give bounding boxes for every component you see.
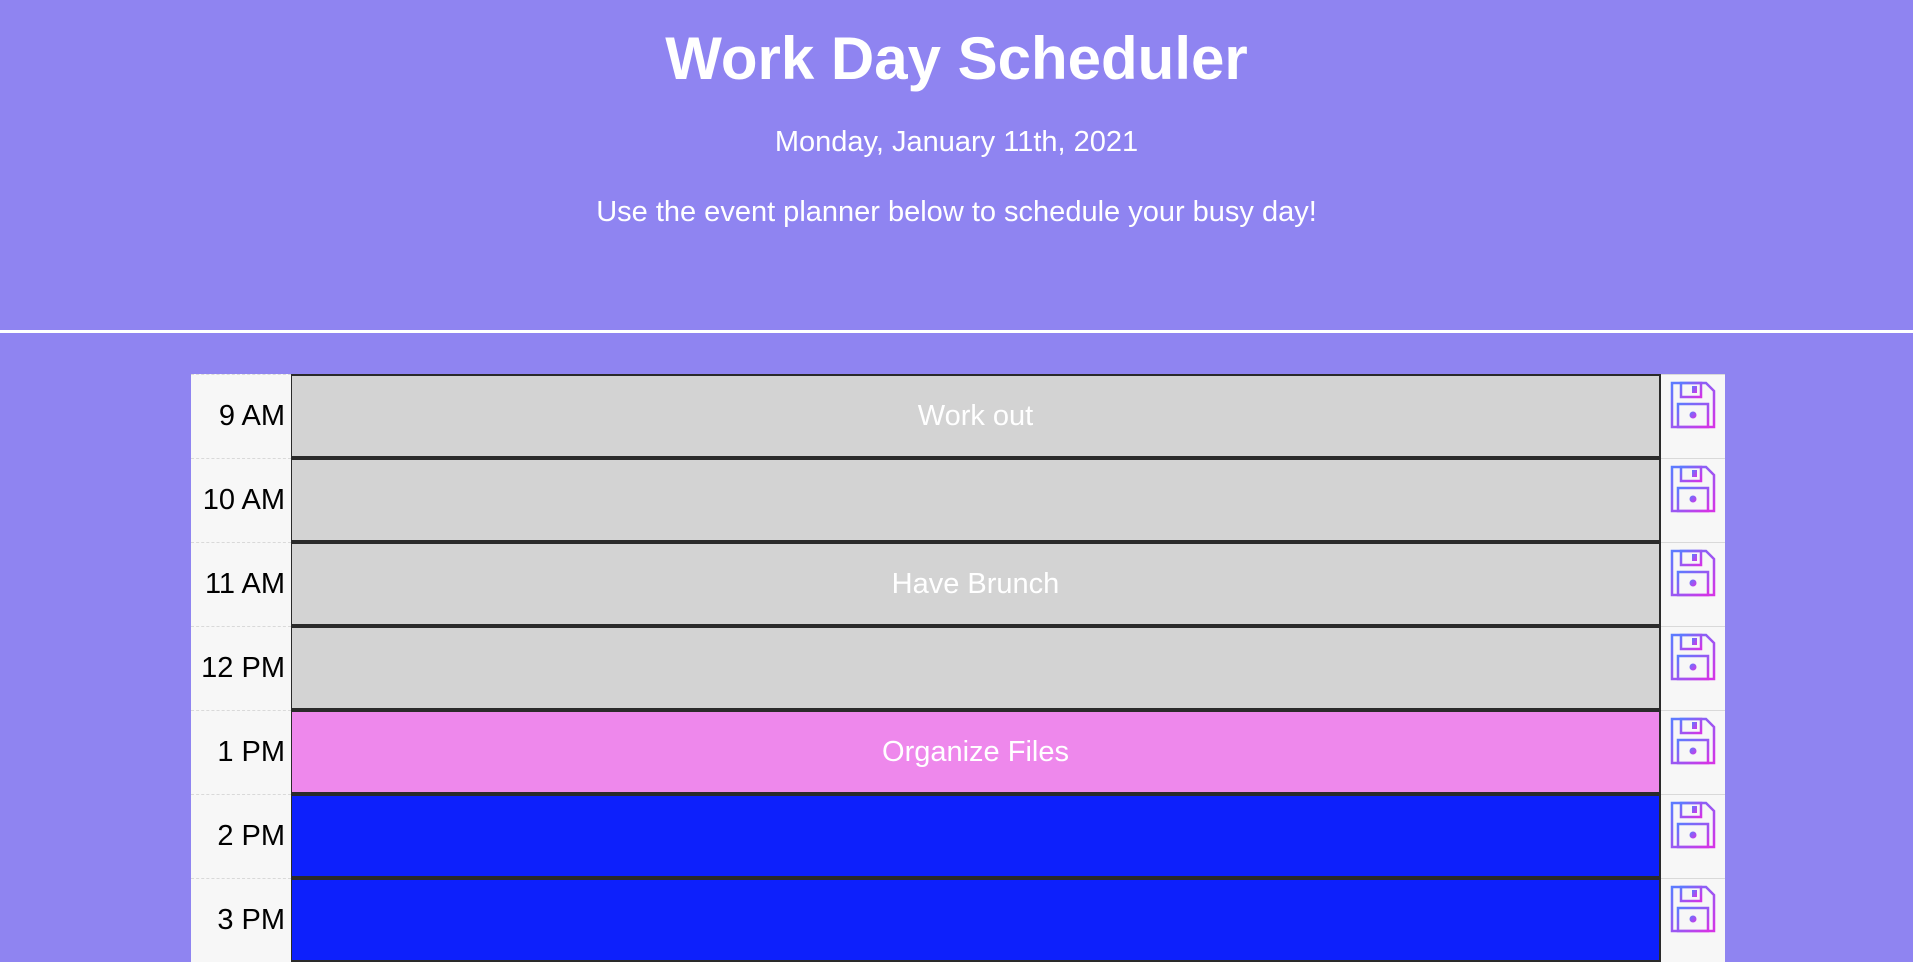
- current-day: Monday, January 11th, 2021: [774, 126, 1139, 158]
- header: Work Day Scheduler Monday, January 11th,…: [0, 0, 1913, 333]
- hour-label: 1 PM: [191, 710, 291, 794]
- event-textarea[interactable]: [291, 626, 1661, 710]
- time-block-3pm: 3 PM: [191, 878, 1725, 962]
- save-button[interactable]: [1661, 626, 1725, 710]
- event-textarea[interactable]: Have Brunch: [291, 542, 1661, 626]
- save-button[interactable]: [1661, 794, 1725, 878]
- time-block-10am: 10 AM: [191, 458, 1725, 542]
- time-block-12pm: 12 PM: [191, 626, 1725, 710]
- floppy-disk-icon: [1669, 800, 1717, 850]
- floppy-disk-icon: [1669, 884, 1717, 934]
- save-button[interactable]: [1661, 458, 1725, 542]
- hour-label: 12 PM: [191, 626, 291, 710]
- save-button[interactable]: [1661, 374, 1725, 458]
- save-button[interactable]: [1661, 542, 1725, 626]
- hour-label: 9 AM: [191, 374, 291, 458]
- event-textarea[interactable]: Organize Files: [291, 710, 1661, 794]
- floppy-disk-icon: [1669, 464, 1717, 514]
- floppy-disk-icon: [1669, 380, 1717, 430]
- floppy-disk-icon: [1669, 548, 1717, 598]
- floppy-disk-icon: [1669, 716, 1717, 766]
- lead-text: Use the event planner below to schedule …: [596, 196, 1317, 228]
- save-button[interactable]: [1661, 710, 1725, 794]
- hour-label: 11 AM: [191, 542, 291, 626]
- event-textarea[interactable]: [291, 878, 1661, 962]
- time-block-list: 9 AM Work out 10 AM 11 AM Have Brunch 12…: [191, 374, 1725, 962]
- time-block-1pm: 1 PM Organize Files: [191, 710, 1725, 794]
- time-block-2pm: 2 PM: [191, 794, 1725, 878]
- save-button[interactable]: [1661, 878, 1725, 962]
- time-block-9am: 9 AM Work out: [191, 374, 1725, 458]
- event-textarea[interactable]: [291, 458, 1661, 542]
- page-title: Work Day Scheduler: [665, 25, 1248, 92]
- event-textarea[interactable]: [291, 794, 1661, 878]
- hour-label: 2 PM: [191, 794, 291, 878]
- event-textarea[interactable]: Work out: [291, 374, 1661, 458]
- hour-label: 3 PM: [191, 878, 291, 962]
- time-block-11am: 11 AM Have Brunch: [191, 542, 1725, 626]
- hour-label: 10 AM: [191, 458, 291, 542]
- floppy-disk-icon: [1669, 632, 1717, 682]
